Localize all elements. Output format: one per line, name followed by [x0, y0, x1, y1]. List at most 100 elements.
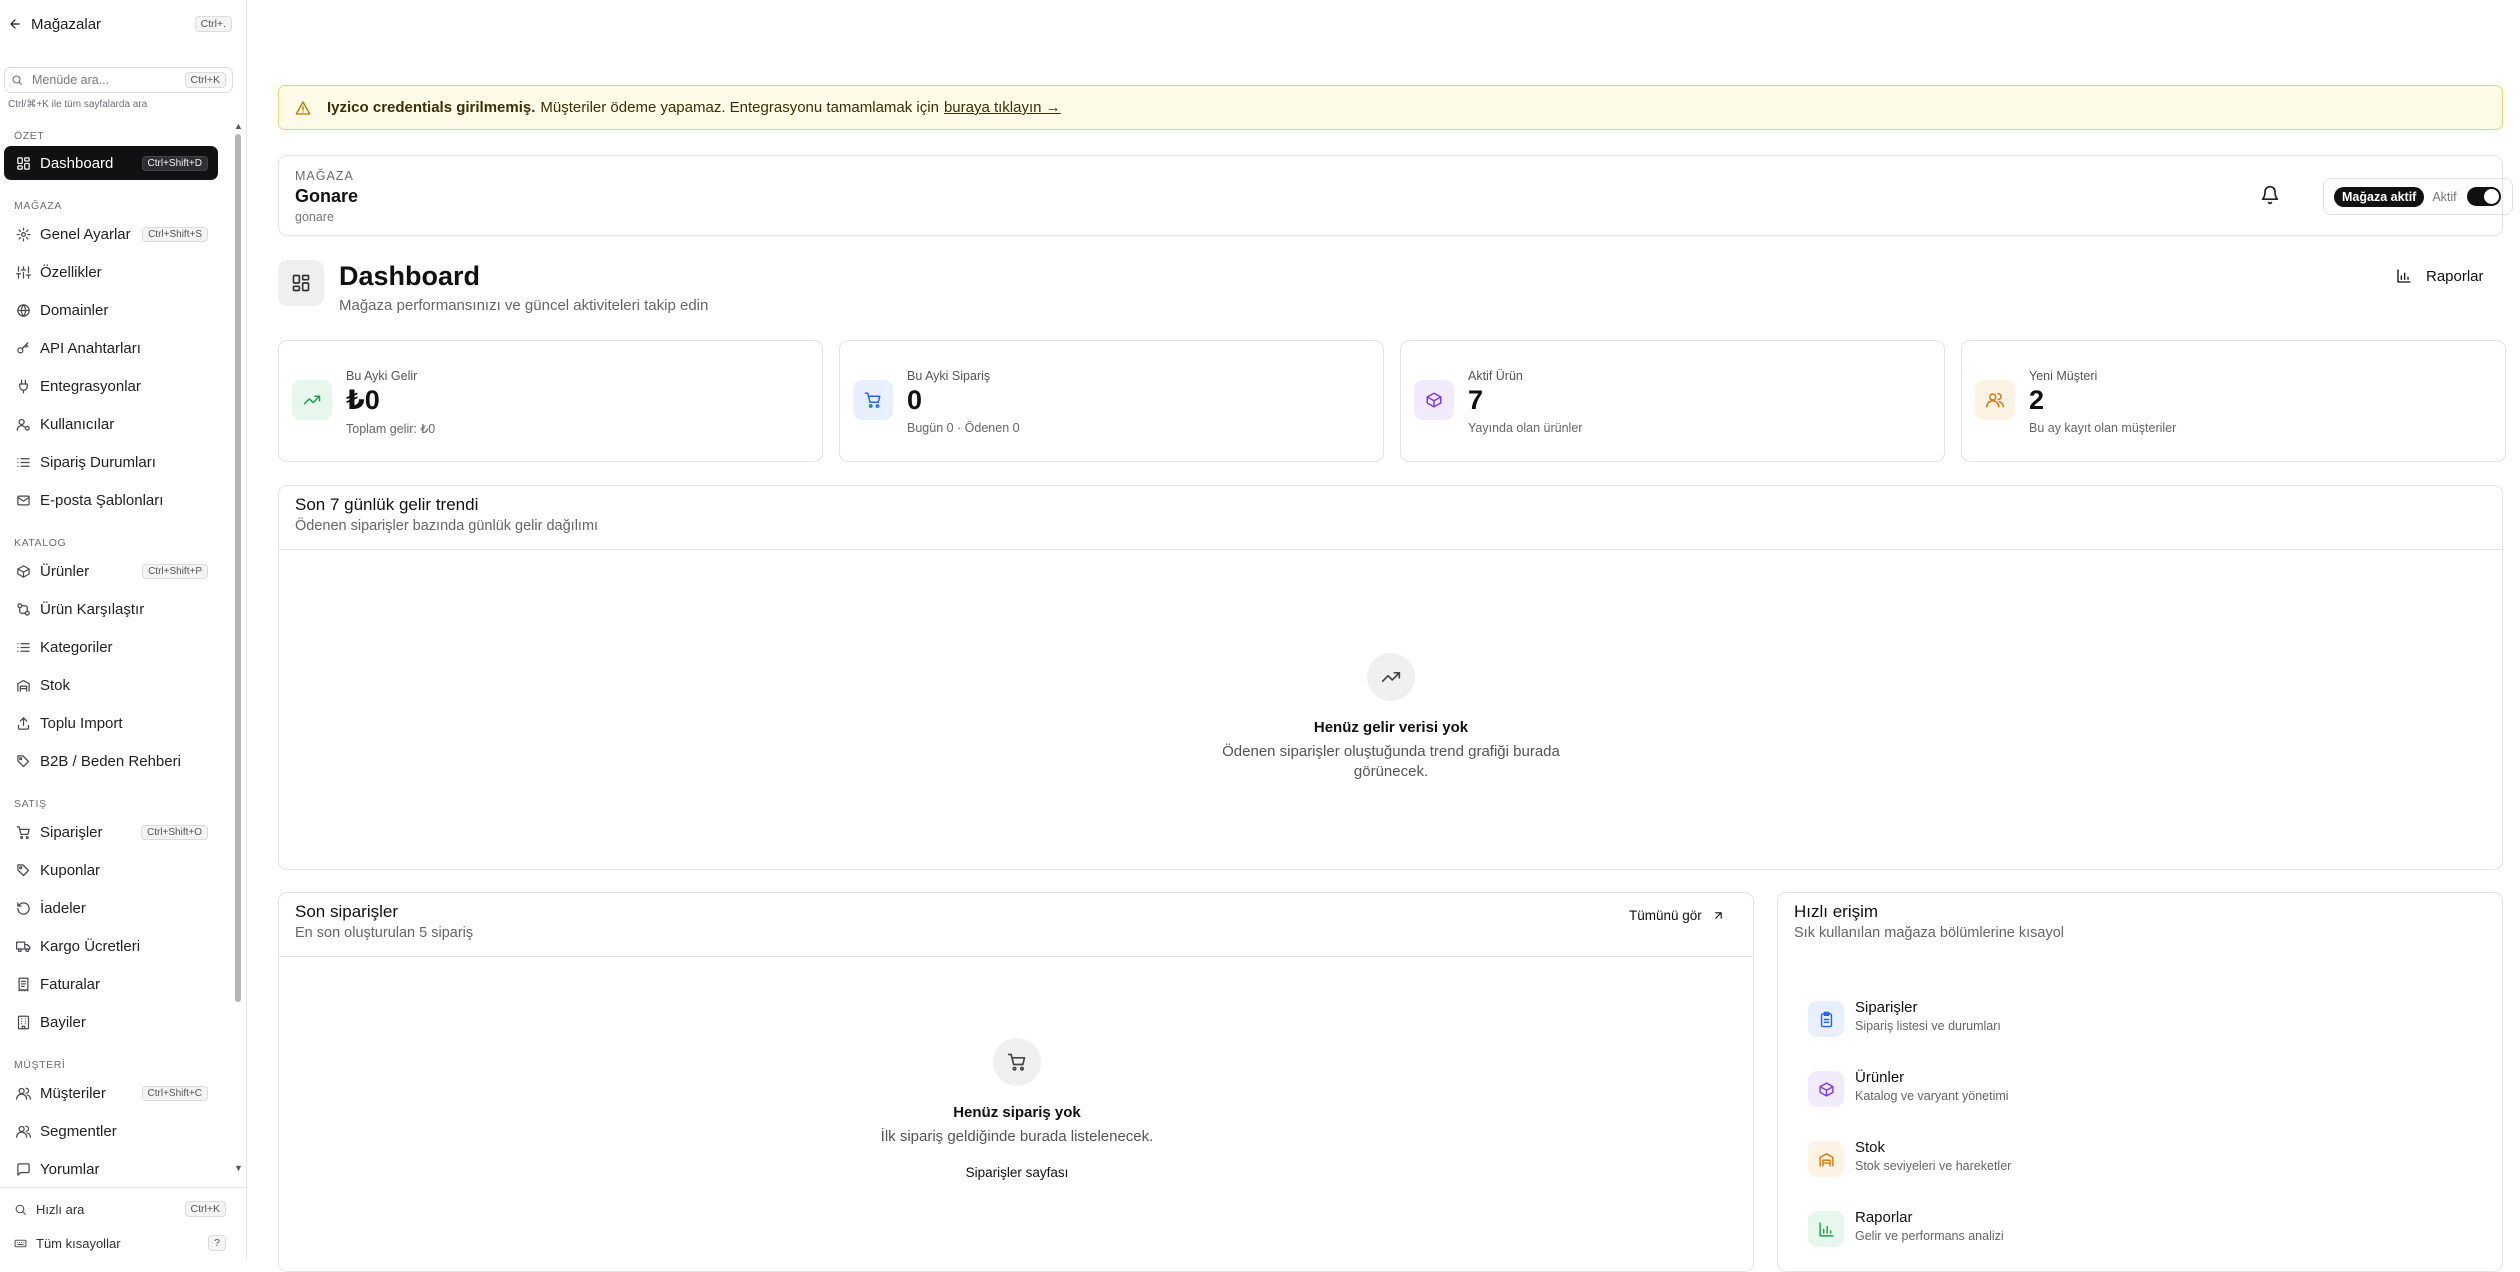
sidebar-item-label: Genel Ayarlar: [40, 225, 131, 243]
sidebar-item-integrations[interactable]: Entegrasyonlar: [4, 369, 218, 403]
sidebar-item-label: Segmentler: [40, 1122, 117, 1140]
sidebar-item-products[interactable]: Ürünler Ctrl+Shift+P: [4, 554, 218, 588]
panel-title: Son 7 günlük gelir trendi: [295, 495, 479, 514]
sidebar-item-returns[interactable]: İadeler: [4, 891, 218, 925]
arrow-up-right-icon: [1715, 911, 1722, 919]
sidebar-scrollbar[interactable]: ▲ ▼: [234, 122, 243, 1173]
sidebar-item-label: Yorumlar: [40, 1160, 100, 1178]
layout-dashboard-icon: [292, 274, 310, 292]
sidebar-item-label: Kargo Ücretleri: [40, 937, 141, 955]
sidebar-item-api-keys[interactable]: API Anahtarları: [4, 331, 218, 365]
list-icon: [17, 457, 30, 467]
orders-page-link[interactable]: Siparişler sayfası: [817, 1165, 1217, 1180]
sidebar-item-label: B2B / Beden Rehberi: [40, 752, 181, 770]
notifications-button[interactable]: [2260, 185, 2282, 207]
clipboard-icon: [1820, 1011, 1832, 1027]
stat-subtext: Bu ay kayıt olan müşteriler: [2029, 421, 2177, 435]
store-header-card: MAĞAZA Gonare gonare Mağaza aktif Aktif: [278, 155, 2513, 236]
empty-icon-circle: [1367, 653, 1415, 701]
empty-description: Ödenen siparişler oluştuğunda trend graf…: [1222, 743, 1560, 780]
sidebar-item-b2b-size-guide[interactable]: B2B / Beden Rehberi: [4, 744, 218, 778]
store-active-badge: Mağaza aktif: [2334, 186, 2425, 207]
back-to-stores-button[interactable]: Mağazalar Ctrl+.: [8, 12, 232, 36]
bar-chart-icon: [1818, 1221, 1834, 1237]
sidebar-item-label: Toplu Import: [40, 714, 123, 732]
quick-link-icon-box: [1808, 1001, 1844, 1037]
sidebar-item-compare[interactable]: Ürün Karşılaştır: [4, 592, 218, 626]
alert-link[interactable]: buraya tıklayın →: [944, 99, 1061, 116]
sidebar-item-label: E-posta Şablonları: [40, 491, 164, 509]
back-shortcut: Ctrl+.: [194, 16, 232, 32]
menu-search-input[interactable]: Menüde ara... Ctrl+K: [4, 67, 233, 93]
stat-value: ₺0: [346, 385, 380, 415]
scroll-down-arrow[interactable]: ▼: [234, 1164, 243, 1173]
back-label: Mağazalar: [31, 15, 102, 33]
menu-search-placeholder: Menüde ara...: [32, 73, 110, 87]
sidebar-item-domains[interactable]: Domainler: [4, 293, 218, 327]
quick-link-title: Ürünler: [1855, 1069, 1905, 1086]
stat-label: Aktif Ürün: [1468, 369, 1523, 383]
sidebar-item-features[interactable]: Özellikler: [4, 255, 218, 289]
stat-label: Bu Ayki Sipariş: [907, 369, 991, 383]
see-all-orders-button[interactable]: Tümünü gör: [1629, 903, 1739, 927]
quick-search-button[interactable]: Hızlı ara Ctrl+K: [14, 1197, 226, 1221]
page-subtitle: Mağaza performansınızı ve güncel aktivit…: [339, 297, 709, 314]
stat-icon-box: [1414, 380, 1454, 420]
toggle-label: Aktif: [2432, 189, 2457, 204]
trending-up-icon: [1381, 672, 1401, 682]
list-icon: [17, 642, 30, 652]
sidebar-item-users[interactable]: Kullanıcılar: [4, 407, 218, 441]
sidebar-item-customers[interactable]: Müşteriler Ctrl+Shift+C: [4, 1076, 218, 1110]
sidebar-item-label: Müşteriler: [40, 1084, 106, 1102]
stat-subtext: Bugün 0 · Ödenen 0: [907, 421, 1020, 435]
sidebar-item-segments[interactable]: Segmentler: [4, 1114, 218, 1148]
key-icon: [17, 341, 29, 353]
all-shortcuts-button[interactable]: Tüm kısayollar ?: [14, 1231, 226, 1255]
sidebar-item-shortcut: Ctrl+Shift+O: [140, 824, 208, 840]
sidebar-item-categories[interactable]: Kategoriler: [4, 630, 218, 664]
section-label-musteri: MÜŞTERİ: [14, 1059, 66, 1071]
scrollbar-thumb[interactable]: [235, 134, 241, 1002]
bell-icon: [2261, 185, 2279, 205]
sidebar-item-email-templates[interactable]: E-posta Şablonları: [4, 483, 218, 517]
stat-card-orders: Bu Ayki Sipariş 0 Bugün 0 · Ödenen 0: [839, 340, 1384, 462]
arrow-left-icon: [10, 19, 20, 29]
sidebar-item-dealers[interactable]: Bayiler: [4, 1005, 218, 1039]
quick-link-products[interactable]: Ürünler Katalog ve varyant yönetimi: [1808, 1067, 2308, 1107]
sidebar-item-order-statuses[interactable]: Sipariş Durumları: [4, 445, 218, 479]
sidebar-item-orders[interactable]: Siparişler Ctrl+Shift+O: [4, 815, 218, 849]
scroll-up-arrow[interactable]: ▲: [234, 122, 243, 131]
upload-icon: [17, 716, 30, 730]
reports-button[interactable]: Raporlar: [2396, 263, 2496, 289]
sidebar-item-label: Sipariş Durumları: [40, 453, 156, 471]
sidebar-footer: Hızlı ara Ctrl+K Tüm kısayollar ?: [0, 1187, 246, 1260]
sidebar-item-reviews[interactable]: Yorumlar: [4, 1152, 218, 1178]
sidebar-item-label: Kullanıcılar: [40, 415, 115, 433]
quick-access-panel: Hızlı erişim Sık kullanılan mağaza bölüm…: [1777, 892, 2503, 1272]
stat-icon-box: [1975, 380, 2015, 420]
users-icon: [16, 1125, 31, 1138]
truck-icon: [16, 941, 31, 952]
quick-link-orders[interactable]: Siparişler Sipariş listesi ve durumları: [1808, 997, 2308, 1037]
sidebar-item-dashboard[interactable]: Dashboard Ctrl+Shift+D: [4, 146, 218, 180]
warehouse-icon: [17, 679, 30, 692]
quick-link-desc: Sipariş listesi ve durumları: [1855, 1019, 2001, 1033]
stat-value: 2: [2029, 385, 2045, 415]
sidebar-item-shipping-fees[interactable]: Kargo Ücretleri: [4, 929, 218, 963]
sidebar-item-stock[interactable]: Stok: [4, 668, 218, 702]
sidebar-item-label: Ürünler: [40, 562, 90, 580]
sidebar-item-general-settings[interactable]: Genel Ayarlar Ctrl+Shift+S: [4, 217, 218, 251]
sidebar-item-invoices[interactable]: Faturalar: [4, 967, 218, 1001]
quick-link-reports[interactable]: Raporlar Gelir ve performans analizi: [1808, 1207, 2308, 1247]
panel-title: Son siparişler: [295, 902, 398, 921]
store-slug: gonare: [295, 210, 334, 224]
sidebar-item-bulk-import[interactable]: Toplu Import: [4, 706, 218, 740]
store-active-toggle[interactable]: [2466, 187, 2501, 206]
revenue-trend-panel: Son 7 günlük gelir trendi Ödenen sipariş…: [278, 485, 2503, 870]
sidebar-item-coupons[interactable]: Kuponlar: [4, 853, 218, 887]
sidebar-item-shortcut: Ctrl+Shift+P: [142, 563, 208, 579]
sidebar-item-label: Faturalar: [40, 975, 101, 993]
sliders-icon: [16, 265, 31, 279]
plug-icon: [19, 379, 28, 393]
quick-link-stock[interactable]: Stok Stok seviyeleri ve hareketler: [1808, 1137, 2308, 1177]
